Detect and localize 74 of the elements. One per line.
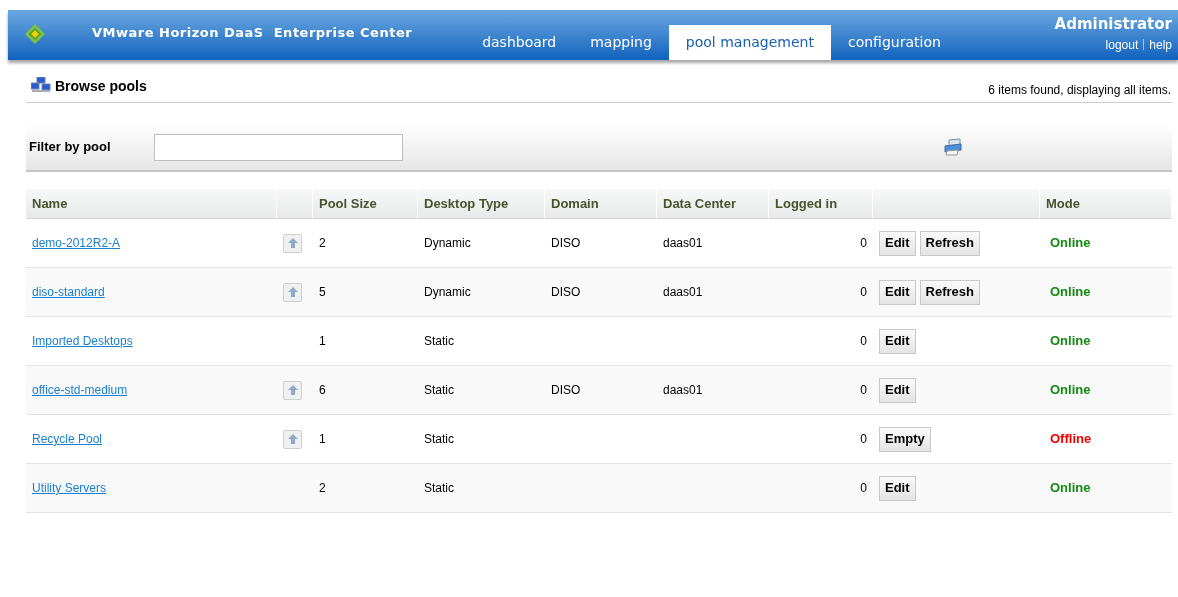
pool-link[interactable]: demo-2012R2-A: [32, 234, 121, 252]
up-arrow-icon: [287, 287, 298, 297]
mode-status: Online: [1050, 234, 1091, 253]
mode-status: Online: [1050, 332, 1091, 351]
pool-link[interactable]: Recycle Pool: [32, 430, 103, 448]
pool-link[interactable]: Imported Desktops: [32, 332, 133, 350]
table-cell-text: 0: [860, 431, 867, 448]
move-up-button[interactable]: [283, 429, 302, 449]
up-arrow-icon: [287, 385, 298, 395]
mode-status: Online: [1050, 283, 1091, 302]
action-button[interactable]: Edit: [879, 377, 916, 403]
logo-icon: [25, 24, 45, 44]
nav-tab[interactable]: mapping: [573, 25, 669, 60]
table-cell-text: 0: [860, 235, 867, 252]
section-title: Browse pools: [55, 77, 147, 96]
mode-status: Online: [1050, 381, 1091, 400]
table-cell-text: 0: [860, 333, 867, 350]
table-cell-text: daas01: [663, 284, 703, 301]
pool-link[interactable]: office-std-medium: [32, 381, 128, 399]
action-button[interactable]: Edit: [879, 475, 916, 501]
column-header: Name: [32, 194, 68, 213]
table-cell-text: 0: [860, 284, 867, 301]
pool-link[interactable]: diso-standard: [32, 283, 105, 301]
result-summary: 6 items found, displaying all items.: [988, 82, 1171, 99]
nav-tab[interactable]: configuration: [831, 25, 958, 60]
table-cell-text: Dynamic: [424, 284, 471, 301]
computers-icon: [31, 77, 51, 93]
table-cell-text: 2: [319, 480, 326, 497]
table-cell-text: 1: [319, 333, 326, 350]
table-cell-text: 2: [319, 235, 326, 252]
table-cell-text: daas01: [663, 382, 703, 399]
header-link[interactable]: help: [1149, 35, 1172, 54]
table-cell-text: Dynamic: [424, 235, 471, 252]
move-up-button[interactable]: [283, 380, 302, 400]
action-button[interactable]: Edit: [879, 279, 916, 305]
table-cell-text: daas01: [663, 235, 703, 252]
table-cell-text: 0: [860, 480, 867, 497]
header-link[interactable]: logout: [1105, 35, 1139, 54]
table-cell-text: Static: [424, 480, 454, 497]
action-button[interactable]: Edit: [879, 328, 916, 354]
table-cell-text: 6: [319, 382, 326, 399]
nav-tab[interactable]: dashboard: [465, 25, 574, 60]
table-cell-text: Static: [424, 431, 454, 448]
user-name: Administrator: [1054, 14, 1172, 35]
action-button[interactable]: Refresh: [919, 230, 980, 256]
column-header: Data Center: [663, 194, 736, 213]
move-up-button[interactable]: [283, 282, 302, 302]
up-arrow-icon: [287, 238, 298, 248]
table-cell-text: Static: [424, 333, 454, 350]
table-cell-text: DISO: [551, 284, 581, 301]
mode-status: Online: [1050, 479, 1091, 498]
filter-field[interactable]: [154, 133, 403, 161]
pool-link[interactable]: Utility Servers: [32, 479, 106, 497]
action-button[interactable]: Refresh: [919, 279, 980, 305]
table-cell-text: Static: [424, 382, 454, 399]
mode-status: Offline: [1050, 430, 1092, 449]
table-cell-text: 0: [860, 382, 867, 399]
table-cell-text: 1: [319, 431, 326, 448]
table-cell-text: DISO: [551, 235, 581, 252]
column-header: Pool Size: [319, 194, 377, 213]
app-title: VMware Horizon DaaS Enterprise Center: [92, 24, 413, 41]
action-button[interactable]: Empty: [879, 426, 931, 452]
move-up-button[interactable]: [283, 233, 302, 253]
printer-icon[interactable]: [943, 138, 963, 156]
table-cell-text: DISO: [551, 382, 581, 399]
up-arrow-icon: [287, 434, 298, 444]
action-button[interactable]: Edit: [879, 230, 916, 256]
column-header: Logged in: [775, 194, 838, 213]
column-header: Desktop Type: [424, 194, 509, 213]
column-header: Domain: [551, 194, 599, 213]
table-cell-text: 5: [319, 284, 326, 301]
nav-tab[interactable]: pool management: [668, 25, 831, 60]
column-header: Mode: [1046, 194, 1080, 213]
filter-label: Filter by pool: [29, 138, 112, 157]
